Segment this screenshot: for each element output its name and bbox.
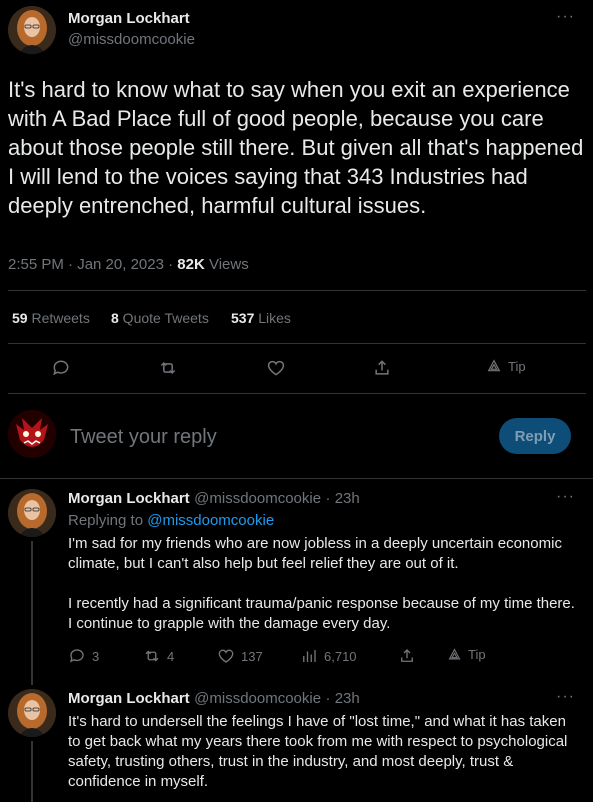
reply-submit-button[interactable]: Reply [499,418,571,454]
reply-header: Morgan Lockhart @missdoomcookie · 23h [68,690,360,708]
retweets-label: Retweets [27,310,90,326]
tweet-text: It's hard to know what to say when you e… [8,77,584,218]
quotes-label: Quote Tweets [118,310,209,326]
views-count: 82K [177,256,205,273]
reply-retweet-button[interactable]: 4 [143,647,174,665]
retweets-count: 59 [12,310,28,326]
quotes-stat[interactable]: 8 Quote Tweets [111,310,209,326]
reply-icon [53,360,69,376]
retweet-icon [160,361,176,375]
reply-tip-button[interactable]: Tip [447,647,486,662]
retweet-icon [145,650,159,662]
reply-author-handle[interactable]: @missdoomcookie [194,690,321,707]
my-avatar[interactable] [8,410,56,458]
share-icon [375,360,389,375]
author-name[interactable]: Morgan Lockhart [68,10,190,27]
replying-to-prefix: Replying to [68,512,148,529]
replying-to-handle[interactable]: @missdoomcookie [147,512,274,529]
reply-avatar[interactable] [8,689,56,737]
divider [8,393,586,394]
author-handle[interactable]: @missdoomcookie [68,31,195,48]
view-count: 6,710 [324,648,357,664]
reply-count: 3 [92,648,100,664]
tip-label: Tip [508,358,526,374]
tip-button[interactable]: Tip [486,358,526,374]
reply-reply-button[interactable]: 3 [68,647,99,665]
tip-icon [487,359,501,372]
share-icon [401,649,413,662]
share-button[interactable] [372,358,392,378]
reply-more-icon[interactable]: ··· [556,688,575,706]
replying-to: Replying to @missdoomcookie [68,512,274,529]
divider [8,290,586,291]
tip-label: Tip [468,647,486,662]
likes-label: Likes [254,310,291,326]
tip-icon [448,648,461,660]
reply-header: Morgan Lockhart @missdoomcookie · 23h [68,490,360,508]
reply-icon [69,649,84,663]
author-avatar[interactable] [8,6,56,54]
heart-icon [267,360,285,376]
heart-icon [218,649,234,663]
divider [8,343,586,344]
views-label: Views [204,256,249,273]
thread-line [31,741,33,802]
reply-author-name[interactable]: Morgan Lockhart [68,490,190,507]
reply-author-handle[interactable]: @missdoomcookie [194,490,321,507]
divider [0,478,593,479]
tweet-meta: 2:55 PM · Jan 20, 2023 · 82K Views [8,256,249,273]
tweet-timestamp[interactable]: 2:55 PM · Jan 20, 2023 · [8,256,177,273]
reply-age[interactable]: · 23h [326,490,360,507]
reply-share-button[interactable] [398,647,416,665]
thread-line [31,541,33,685]
like-count: 137 [241,648,263,664]
quotes-count: 8 [111,310,119,326]
reply-views-button[interactable]: 6,710 [300,647,357,665]
retweet-button[interactable] [158,358,178,378]
reply-like-button[interactable]: 137 [217,647,263,665]
reply-text-p2: I recently had a significant trauma/pani… [68,595,575,632]
views-icon [303,650,316,662]
reply-age[interactable]: · 23h [326,690,360,707]
retweets-stat[interactable]: 59 Retweets [12,310,90,326]
likes-count: 537 [231,310,255,326]
more-options-icon[interactable]: ··· [556,8,575,26]
reply-button[interactable] [51,358,71,378]
retweet-count: 4 [167,648,175,664]
reply-text-p1: It's hard to undersell the feelings I ha… [68,713,568,790]
reply-avatar[interactable] [8,489,56,537]
reply-more-icon[interactable]: ··· [556,488,575,506]
reply-text-p1: I'm sad for my friends who are now joble… [68,535,562,572]
reply-input[interactable]: Tweet your reply [70,426,217,449]
reply-author-name[interactable]: Morgan Lockhart [68,690,190,707]
likes-stat[interactable]: 537 Likes [231,310,291,326]
like-button[interactable] [266,358,286,378]
